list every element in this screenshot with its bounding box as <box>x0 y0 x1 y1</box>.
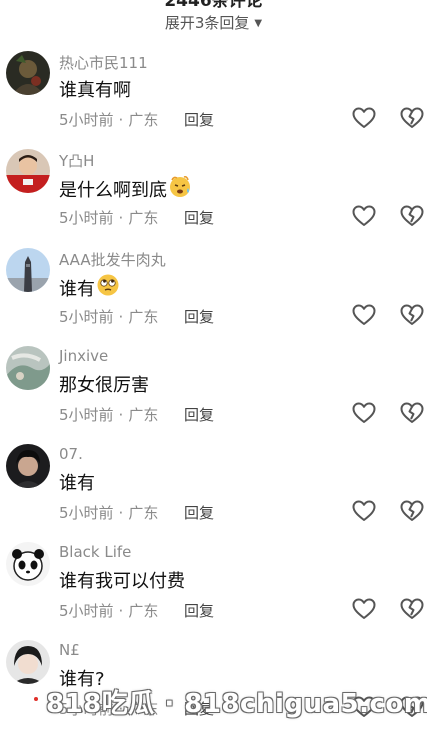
dislike-button[interactable] <box>400 205 424 227</box>
comment-item: Black Life 谁有我可以付费 5小时前 · 广东 回复 <box>0 542 427 640</box>
like-button[interactable] <box>352 107 376 129</box>
heart-outline-icon <box>352 402 376 423</box>
comment-time: 5小时前 <box>59 602 114 620</box>
dislike-button[interactable] <box>400 304 424 326</box>
broken-heart-outline-icon <box>400 205 424 226</box>
comment-meta: 5小时前 · 广东 <box>59 109 158 130</box>
comment-location: 广东 <box>128 602 159 620</box>
comment-username[interactable]: 07. <box>59 445 83 463</box>
comment-text: 谁有 <box>59 273 120 302</box>
comment-text-body: 谁有我可以付费 <box>59 571 185 592</box>
reply-button[interactable]: 回复 <box>184 502 214 523</box>
comment-username[interactable]: Black Life <box>59 543 131 561</box>
comment-text: 谁有 <box>59 469 95 495</box>
dislike-button[interactable] <box>400 107 424 129</box>
comment-item: AAA批发牛肉丸 谁有 5小时前 · 广东 回复 <box>0 248 427 346</box>
rolling-eyes-emoji-icon <box>96 273 120 302</box>
chevron-down-icon: ▼ <box>254 18 263 29</box>
comment-meta: 5小时前 · 广东 <box>59 600 158 621</box>
avatar[interactable] <box>6 444 50 488</box>
comment-username[interactable]: Jinxive <box>59 347 108 365</box>
avatar[interactable] <box>6 640 50 684</box>
like-button[interactable] <box>352 205 376 227</box>
comment-text: 是什么啊到底 <box>59 174 192 203</box>
dislike-button[interactable] <box>400 500 424 522</box>
comment-username[interactable]: 热心市民111 <box>59 52 148 73</box>
heart-outline-icon <box>352 304 376 325</box>
dislike-button[interactable] <box>400 598 424 620</box>
comment-time: 5小时前 <box>59 504 114 522</box>
heart-outline-icon <box>352 500 376 521</box>
broken-heart-outline-icon <box>400 107 424 128</box>
like-button[interactable] <box>352 500 376 522</box>
comment-time: 5小时前 <box>59 308 114 326</box>
meta-separator: · <box>118 406 124 424</box>
reply-button[interactable]: 回复 <box>184 306 214 327</box>
comment-time: 5小时前 <box>59 111 114 129</box>
comment-time: 5小时前 <box>59 209 114 227</box>
comment-location: 广东 <box>128 406 159 424</box>
broken-heart-outline-icon <box>400 500 424 521</box>
meta-separator: · <box>118 504 124 522</box>
comment-text-body: 谁真有啊 <box>59 80 131 101</box>
watermark: 818吃瓜 · 818chigua5.com <box>46 689 427 719</box>
avatar[interactable] <box>6 149 50 193</box>
broken-heart-outline-icon <box>400 598 424 619</box>
comment-item: Jinxive 那女很厉害 5小时前 · 广东 回复 <box>0 346 427 444</box>
comment-item: Y凸H 是什么啊到底 5小时前 · 广东 回复 <box>0 149 427 247</box>
comment-username[interactable]: AAA批发牛肉丸 <box>59 249 166 270</box>
reply-button[interactable]: 回复 <box>184 404 214 425</box>
reply-button[interactable]: 回复 <box>184 207 214 228</box>
comment-count-title: 2446条评论 <box>164 0 263 11</box>
reply-button[interactable]: 回复 <box>184 600 214 621</box>
comment-location: 广东 <box>128 308 159 326</box>
comment-text-body: 谁有 <box>59 473 95 494</box>
expand-replies-label: 展开3条回复 <box>164 14 250 32</box>
comment-meta: 5小时前 · 广东 <box>59 207 158 228</box>
comment-text: 谁真有啊 <box>59 76 131 102</box>
comment-time: 5小时前 <box>59 406 114 424</box>
heart-outline-icon <box>352 107 376 128</box>
avatar[interactable] <box>6 51 50 95</box>
comment-item: 热心市民111 谁真有啊 5小时前 · 广东 回复 <box>0 51 427 149</box>
comment-username[interactable]: Y凸H <box>59 150 94 171</box>
comment-item: 07. 谁有 5小时前 · 广东 回复 <box>0 444 427 542</box>
like-button[interactable] <box>352 598 376 620</box>
meta-separator: · <box>118 602 124 620</box>
sweating-emoji-icon <box>168 174 192 203</box>
avatar[interactable] <box>6 346 50 390</box>
meta-separator: · <box>118 209 124 227</box>
comments-header: 2446条评论 展开3条回复 ▼ <box>0 0 427 38</box>
comment-text-body: 谁有 <box>59 278 95 300</box>
comment-meta: 5小时前 · 广东 <box>59 306 158 327</box>
reply-button[interactable]: 回复 <box>184 109 214 130</box>
broken-heart-outline-icon <box>400 304 424 325</box>
expand-replies-link[interactable]: 展开3条回复 ▼ <box>0 12 427 33</box>
dislike-button[interactable] <box>400 402 424 424</box>
comment-text-body: 是什么啊到底 <box>59 179 167 201</box>
avatar[interactable] <box>6 248 50 292</box>
comment-text-body: 那女很厉害 <box>59 375 149 396</box>
comment-meta: 5小时前 · 广东 <box>59 404 158 425</box>
like-button[interactable] <box>352 304 376 326</box>
broken-heart-outline-icon <box>400 402 424 423</box>
meta-separator: · <box>118 111 124 129</box>
heart-outline-icon <box>352 598 376 619</box>
meta-separator: · <box>118 308 124 326</box>
comment-location: 广东 <box>128 111 159 129</box>
comment-meta: 5小时前 · 广东 <box>59 502 158 523</box>
watermark-dot <box>34 697 38 701</box>
like-button[interactable] <box>352 402 376 424</box>
comment-text: 那女很厉害 <box>59 371 149 397</box>
comment-location: 广东 <box>128 504 159 522</box>
comment-location: 广东 <box>128 209 159 227</box>
comment-username[interactable]: N£ <box>59 641 80 659</box>
comment-text: 谁有我可以付费 <box>59 567 185 593</box>
avatar[interactable] <box>6 542 50 586</box>
heart-outline-icon <box>352 205 376 226</box>
